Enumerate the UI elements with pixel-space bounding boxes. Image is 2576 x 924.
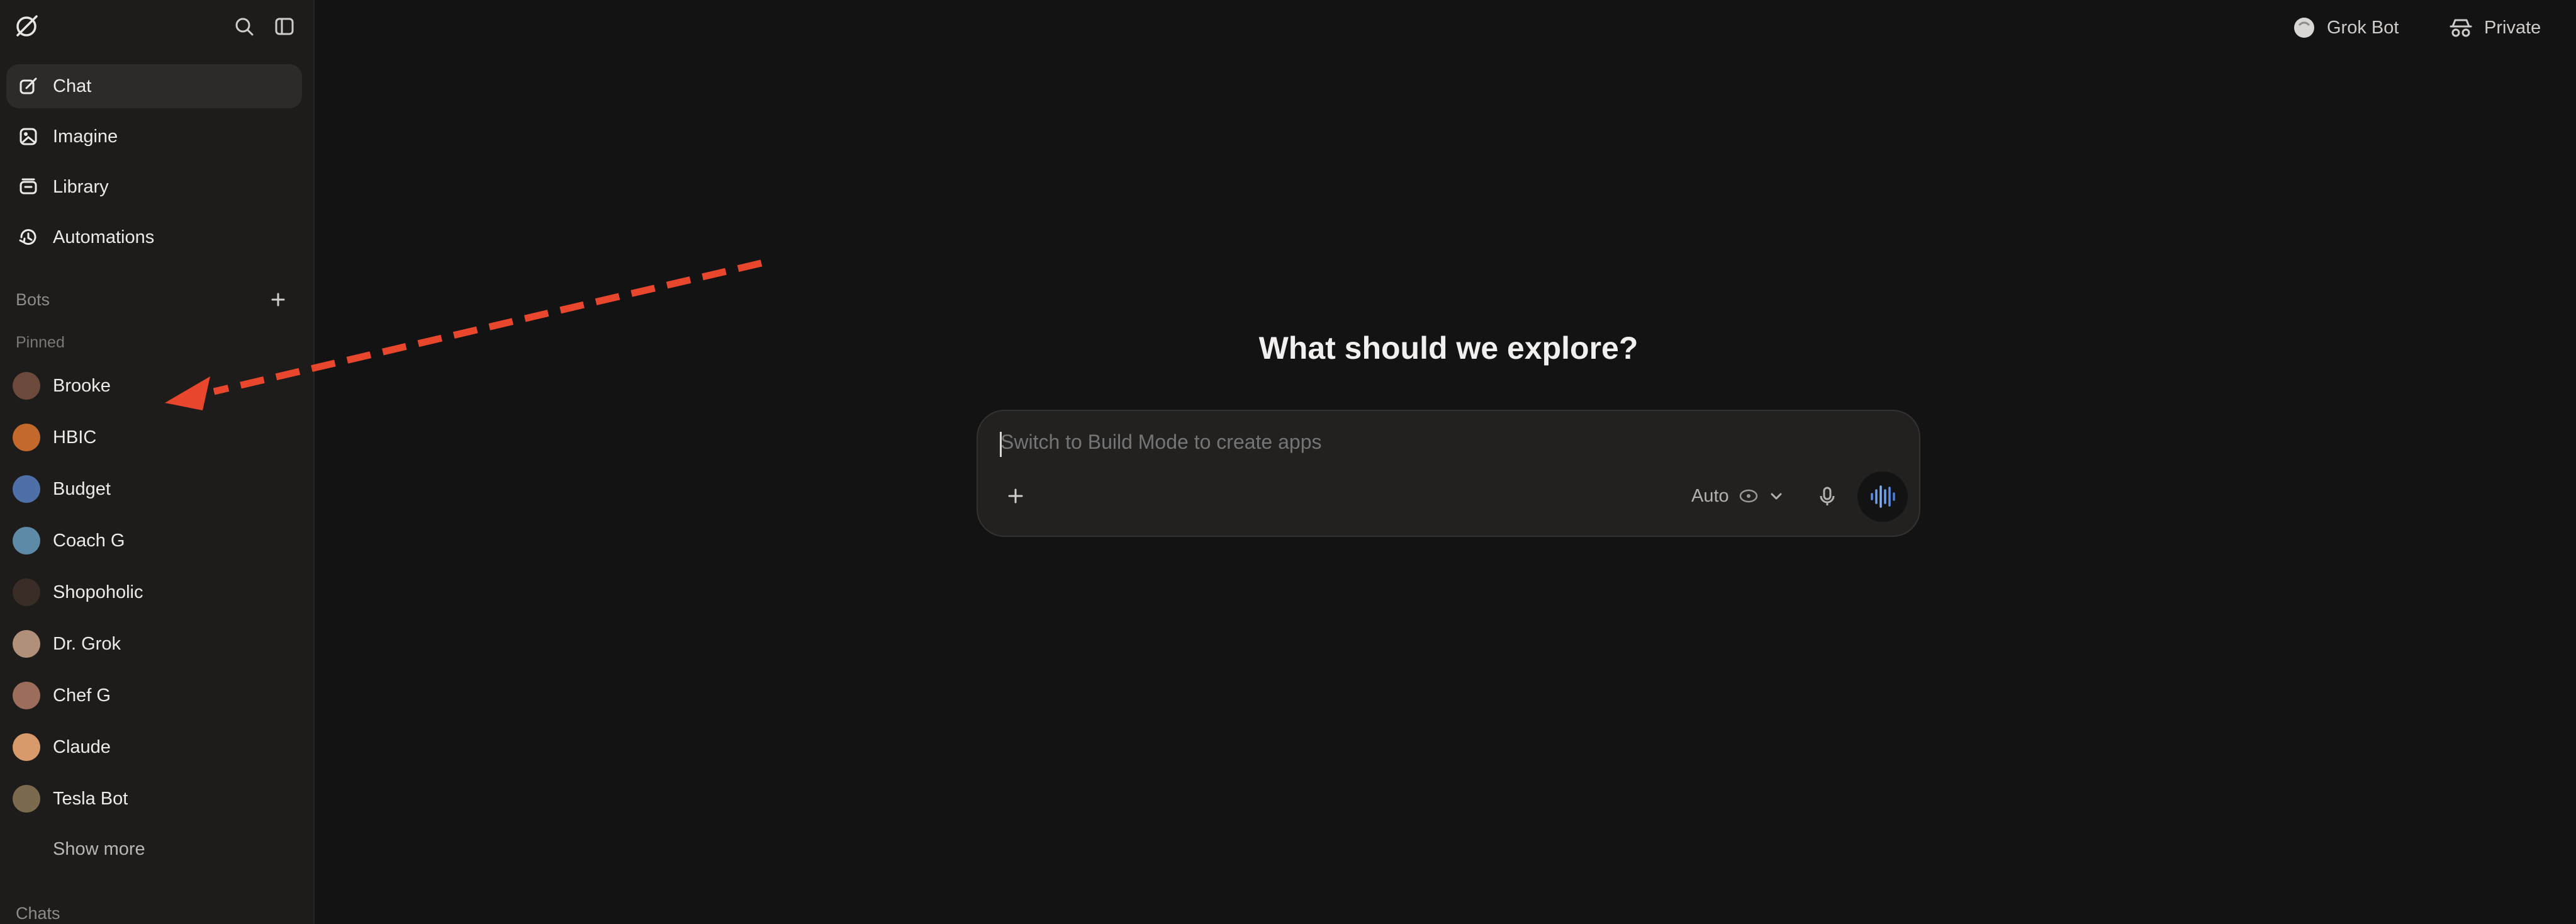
- microphone-icon: [1820, 487, 1835, 505]
- grok-bot-button[interactable]: Grok Bot: [2293, 14, 2399, 42]
- attach-button[interactable]: [1003, 483, 1028, 509]
- mode-label: Auto: [1691, 485, 1729, 506]
- search-icon[interactable]: [232, 14, 257, 39]
- bot-item-brooke[interactable]: Brooke: [6, 365, 302, 407]
- plus-icon: [1008, 488, 1023, 504]
- avatar: [13, 630, 40, 658]
- message-composer: Auto: [977, 410, 1920, 537]
- show-more-link[interactable]: Show more: [53, 839, 145, 860]
- bots-section-label: Bots: [16, 290, 50, 309]
- sidebar: Chat Imagine Library Automations Bots Pi…: [0, 0, 315, 924]
- nav-imagine[interactable]: Imagine: [6, 115, 302, 159]
- edit-icon: [18, 76, 39, 97]
- avatar: [13, 578, 40, 606]
- private-button[interactable]: Private: [2449, 14, 2541, 42]
- nav-automations-label: Automations: [53, 227, 155, 247]
- page-heading: What should we explore?: [1258, 330, 1638, 366]
- nav-library-label: Library: [53, 176, 109, 197]
- image-icon: [18, 126, 39, 147]
- bot-item-hbic[interactable]: HBIC: [6, 417, 302, 458]
- grok-logo-icon[interactable]: [13, 13, 40, 40]
- message-input[interactable]: [999, 430, 1820, 454]
- bot-item-chef-g[interactable]: Chef G: [6, 675, 302, 716]
- microphone-button[interactable]: [1815, 483, 1840, 509]
- bot-label: Claude: [53, 736, 111, 757]
- pinned-section-label: Pinned: [16, 334, 65, 351]
- chevron-down-icon: [1771, 493, 1782, 500]
- bot-label: Brooke: [53, 375, 111, 396]
- nav-chat-label: Chat: [53, 76, 92, 96]
- nav-automations[interactable]: Automations: [6, 215, 302, 259]
- bot-label: HBIC: [53, 427, 97, 448]
- waveform-icon: [1871, 485, 1895, 508]
- avatar: [13, 785, 40, 813]
- private-label: Private: [2484, 17, 2541, 38]
- voice-mode-button[interactable]: [1857, 471, 1908, 522]
- nav-imagine-label: Imagine: [53, 126, 118, 147]
- avatar: [13, 733, 40, 761]
- plus-icon: [271, 293, 285, 307]
- grok-bot-label: Grok Bot: [2327, 17, 2399, 38]
- bot-item-dr-grok[interactable]: Dr. Grok: [6, 623, 302, 665]
- brain-icon: [1739, 489, 1757, 503]
- toggle-sidebar-icon[interactable]: [272, 14, 297, 39]
- sidebar-header: [0, 0, 313, 53]
- text-caret: [1000, 432, 1002, 457]
- library-icon: [18, 176, 39, 198]
- bot-label: Dr. Grok: [53, 633, 121, 654]
- avatar: [13, 682, 40, 709]
- bot-label: Chef G: [53, 685, 111, 706]
- bot-item-claude[interactable]: Claude: [6, 726, 302, 768]
- add-bot-button[interactable]: [267, 288, 289, 311]
- incognito-icon: [2450, 19, 2472, 37]
- avatar: [13, 475, 40, 503]
- mode-selector[interactable]: Auto: [1691, 483, 1784, 509]
- bot-item-coach-g[interactable]: Coach G: [6, 520, 302, 561]
- bot-label: Budget: [53, 478, 111, 499]
- bot-item-shopoholic[interactable]: Shopoholic: [6, 572, 302, 613]
- bot-label: Tesla Bot: [53, 788, 128, 809]
- nav-library[interactable]: Library: [6, 165, 302, 209]
- nav-chat[interactable]: Chat: [6, 64, 302, 108]
- avatar: [13, 527, 40, 555]
- bot-item-tesla-bot[interactable]: Tesla Bot: [6, 778, 302, 820]
- bot-label: Coach G: [53, 530, 125, 551]
- avatar: [13, 372, 40, 400]
- automations-icon: [18, 227, 39, 248]
- chats-section-label: Chats: [16, 904, 60, 923]
- grok-bot-icon: [2294, 18, 2314, 38]
- bot-label: Shopoholic: [53, 582, 143, 602]
- bot-item-budget[interactable]: Budget: [6, 468, 302, 510]
- avatar: [13, 424, 40, 451]
